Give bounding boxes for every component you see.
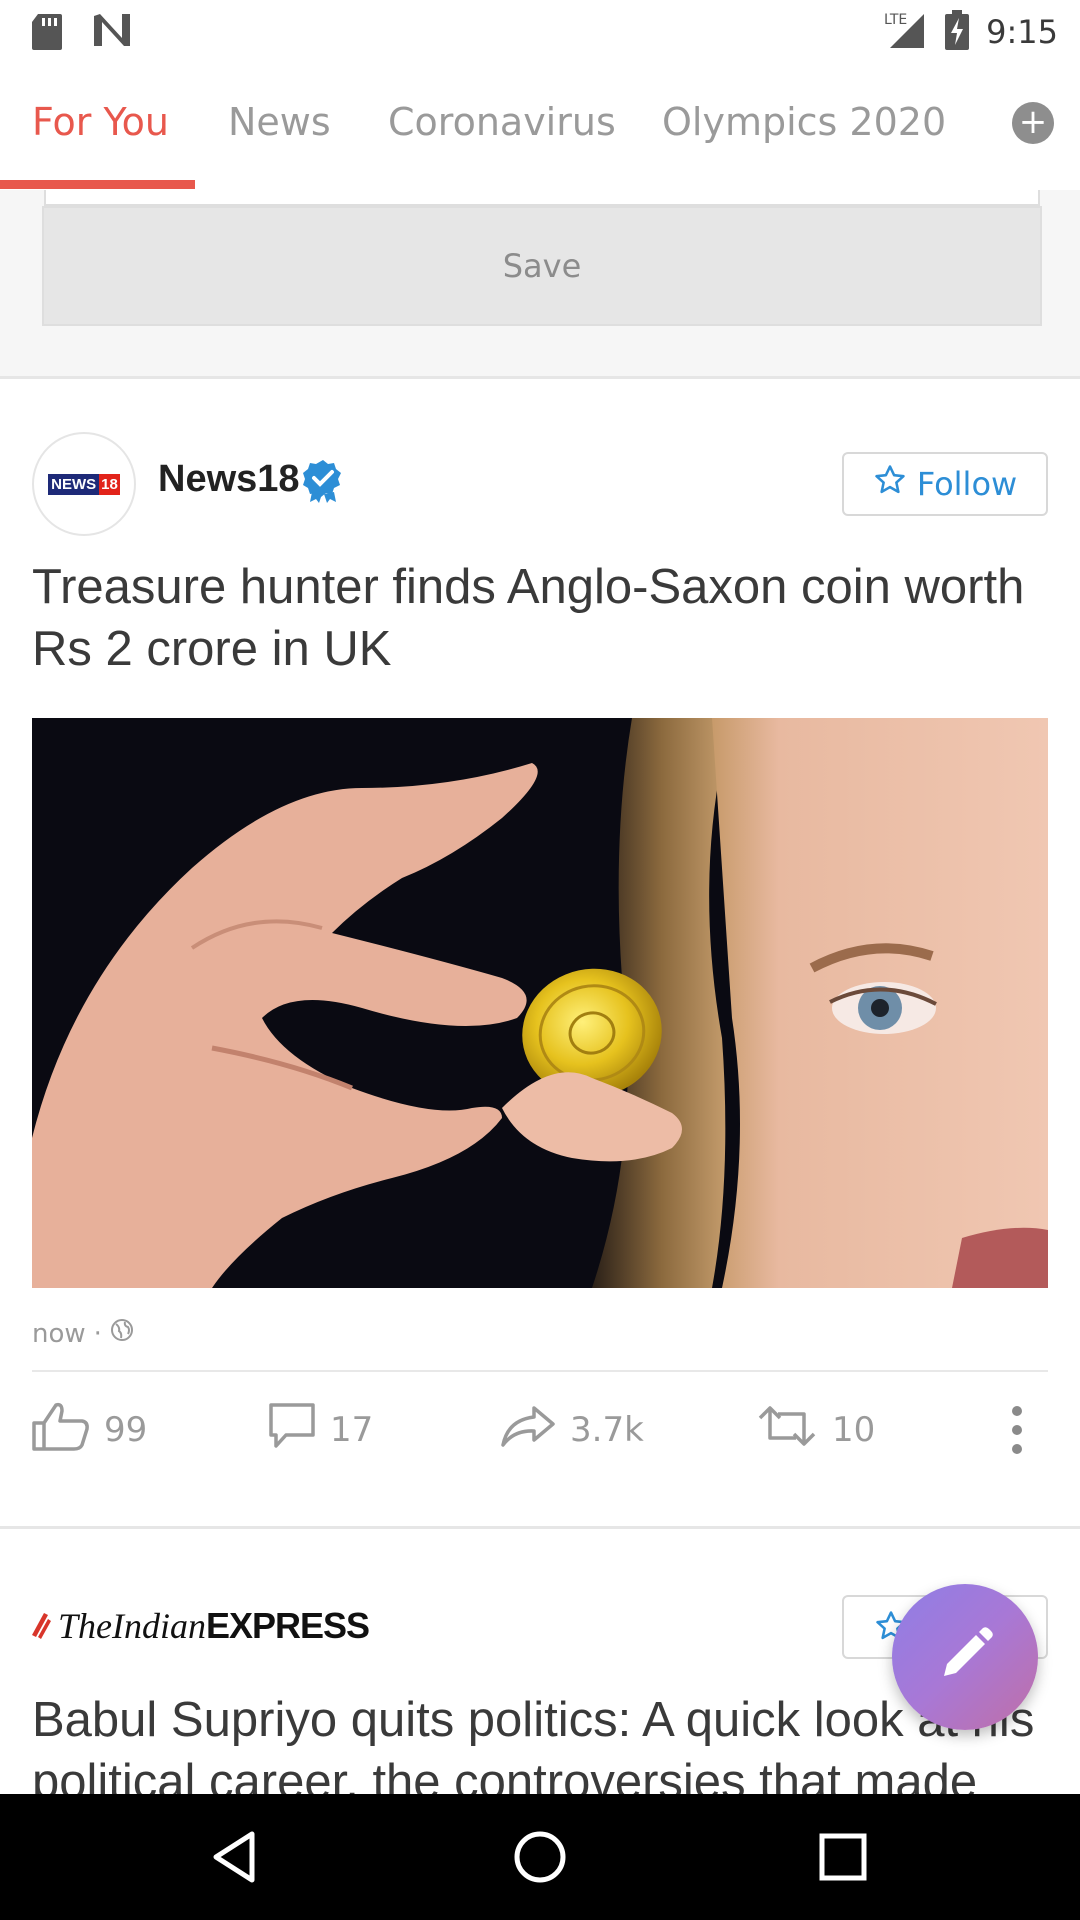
- like-count: 99: [104, 1410, 148, 1450]
- n-notification-icon: [92, 12, 132, 56]
- star-icon: [873, 463, 907, 505]
- post-timestamp: now: [32, 1318, 86, 1349]
- tab-news[interactable]: News: [228, 100, 331, 144]
- sd-card-icon: [30, 12, 64, 56]
- repost-count: 10: [832, 1410, 876, 1450]
- compose-fab[interactable]: [892, 1584, 1038, 1730]
- public-globe-icon: [110, 1318, 134, 1349]
- status-bar: LTE 9:15: [0, 0, 1080, 64]
- share-button[interactable]: 3.7k: [500, 1390, 644, 1470]
- system-nav-bar: [0, 1794, 1080, 1920]
- indian-express-wordmark: TheIndianEXPRESS: [58, 1605, 370, 1646]
- status-time: 9:15: [986, 13, 1058, 51]
- news18-logo: NEWS 18: [48, 473, 120, 495]
- save-button[interactable]: Save: [42, 206, 1042, 326]
- action-divider: [32, 1370, 1048, 1372]
- input-field-edge: [44, 190, 1040, 206]
- active-tab-indicator: [0, 180, 195, 189]
- verified-badge-icon: [302, 458, 344, 508]
- home-icon[interactable]: [507, 1824, 573, 1890]
- repost-icon: [756, 1404, 818, 1457]
- tab-coronavirus[interactable]: Coronavirus: [388, 100, 616, 144]
- post-headline[interactable]: Treasure hunter finds Anglo-Saxon coin w…: [32, 556, 1052, 680]
- recents-icon[interactable]: [810, 1824, 876, 1890]
- post-image[interactable]: [32, 718, 1048, 1288]
- svg-text:LTE: LTE: [884, 12, 907, 28]
- source-avatar[interactable]: NEWS 18: [32, 432, 136, 536]
- indian-express-logo[interactable]: TheIndianEXPRESS: [30, 1605, 370, 1647]
- source-name[interactable]: News18: [158, 458, 300, 501]
- post-meta: now ·: [32, 1318, 134, 1349]
- meta-separator: ·: [93, 1318, 102, 1349]
- repost-button[interactable]: 10: [756, 1390, 875, 1470]
- post-headline-2[interactable]: Babul Supriyo quits politics: A quick lo…: [32, 1689, 1062, 1794]
- news-post-card: NEWS 18 News18 Follow Treasure hunter fin…: [0, 380, 1080, 1528]
- interest-card: Save: [0, 190, 1080, 379]
- lte-signal-icon: LTE: [884, 10, 928, 54]
- comment-count: 17: [330, 1410, 374, 1450]
- tab-for-you[interactable]: For You: [32, 100, 169, 144]
- thumbs-up-icon: [32, 1401, 90, 1460]
- category-tab-bar: For You News Coronavirus Olympics 2020 F…: [0, 64, 1080, 192]
- comment-icon: [268, 1402, 316, 1459]
- add-tab-button[interactable]: +: [1012, 102, 1054, 144]
- pencil-icon: [934, 1624, 996, 1690]
- ie-flag-icon: [30, 1609, 52, 1643]
- more-options-icon[interactable]: [1002, 1404, 1032, 1456]
- follow-label: Follow: [916, 465, 1018, 503]
- back-icon[interactable]: [204, 1824, 270, 1890]
- share-arrow-icon: [500, 1404, 556, 1457]
- comment-button[interactable]: 17: [268, 1390, 373, 1470]
- share-count: 3.7k: [570, 1410, 644, 1450]
- battery-charging-icon: [944, 10, 970, 54]
- post-actions: 99 17 3.7k 10: [32, 1390, 1048, 1470]
- like-button[interactable]: 99: [32, 1390, 147, 1470]
- follow-button[interactable]: Follow: [842, 452, 1048, 516]
- tab-olympics-2020[interactable]: Olympics 2020: [662, 100, 946, 144]
